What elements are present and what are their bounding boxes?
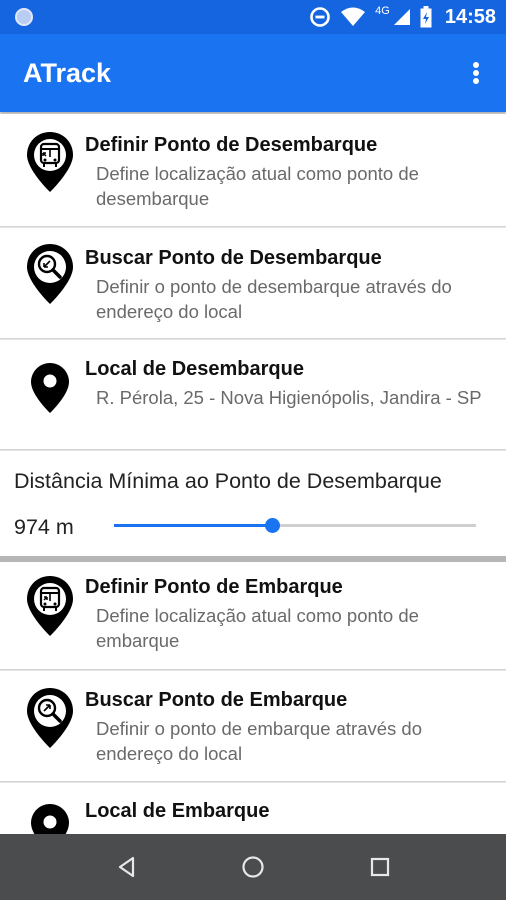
set-dropoff-title: Definir Ponto de Desembarque [85, 134, 378, 156]
system-nav-bar [0, 834, 506, 900]
recents-icon[interactable] [365, 852, 395, 882]
set-pickup-item[interactable]: Definir Ponto de Embarque Define localiz… [0, 562, 506, 670]
search-dropoff-title: Buscar Ponto de Desembarque [85, 247, 382, 269]
search-pickup-item[interactable]: Buscar Ponto de Embarque Definir o ponto… [0, 671, 506, 782]
more-vert-icon[interactable] [466, 56, 486, 90]
set-pickup-title: Definir Ponto de Embarque [85, 576, 343, 598]
min-distance-value: 974 m [14, 515, 74, 539]
set-dropoff-item[interactable]: Definir Ponto de Desembarque Define loca… [0, 114, 506, 227]
cell-signal-icon [393, 9, 410, 25]
app-bar: ATrack [0, 34, 506, 112]
dropoff-address: R. Pérola, 25 - Nova Higienópolis, Jandi… [96, 387, 482, 408]
slider-fill [114, 524, 273, 527]
slider-thumb[interactable] [265, 518, 281, 533]
home-icon[interactable] [238, 852, 268, 882]
set-pickup-subtitle: Define localização atual como ponto de e… [96, 605, 419, 651]
battery-charging-icon [420, 6, 432, 28]
search-dropoff-item[interactable]: Buscar Ponto de Desembarque Definir o po… [0, 228, 506, 339]
min-distance-setting: Distância Mínima ao Ponto de Desembarque… [0, 451, 506, 562]
set-dropoff-subtitle: Define localização atual como ponto de d… [96, 163, 419, 209]
network-type: 4G [375, 5, 390, 17]
bus-pin-icon [27, 132, 73, 192]
back-icon[interactable] [112, 852, 142, 882]
search-pin-icon [27, 244, 73, 304]
dropoff-location-item[interactable]: Local de Desembarque R. Pérola, 25 - Nov… [0, 340, 506, 450]
bus-pin-icon [27, 576, 73, 636]
search-dropoff-subtitle: Definir o ponto de desembarque através d… [96, 276, 452, 322]
wifi-icon [341, 7, 366, 26]
data-saver-icon [310, 7, 330, 27]
min-distance-slider[interactable] [114, 518, 476, 533]
pickup-location-title: Local de Embarque [85, 800, 270, 822]
notification-circle-icon [15, 8, 33, 26]
status-time: 14:58 [444, 5, 496, 28]
status-bar: 4G 14:58 [0, 0, 506, 34]
search-pickup-subtitle: Definir o ponto de embarque através do e… [96, 718, 423, 764]
search-pin-icon [27, 688, 73, 748]
dropoff-location-title: Local de Desembarque [85, 358, 304, 380]
location-pin-icon [31, 363, 69, 413]
min-distance-label: Distância Mínima ao Ponto de Desembarque [14, 469, 442, 493]
app-title: ATrack [23, 58, 112, 88]
search-pickup-title: Buscar Ponto de Embarque [85, 689, 348, 711]
